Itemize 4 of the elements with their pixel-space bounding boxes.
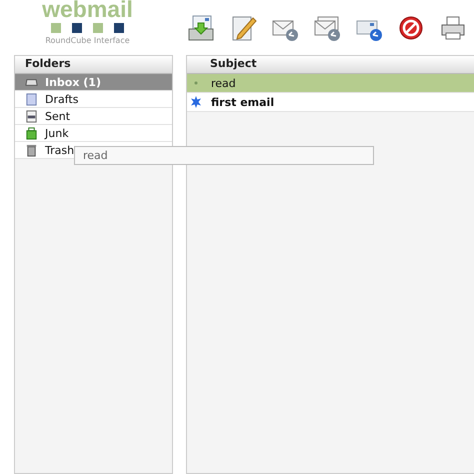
drag-tooltip: read [74,146,374,165]
folders-header: Folders [15,56,172,74]
logo-title: webmail [42,0,133,20]
logo-subtitle: RoundCube Interface [45,36,130,45]
